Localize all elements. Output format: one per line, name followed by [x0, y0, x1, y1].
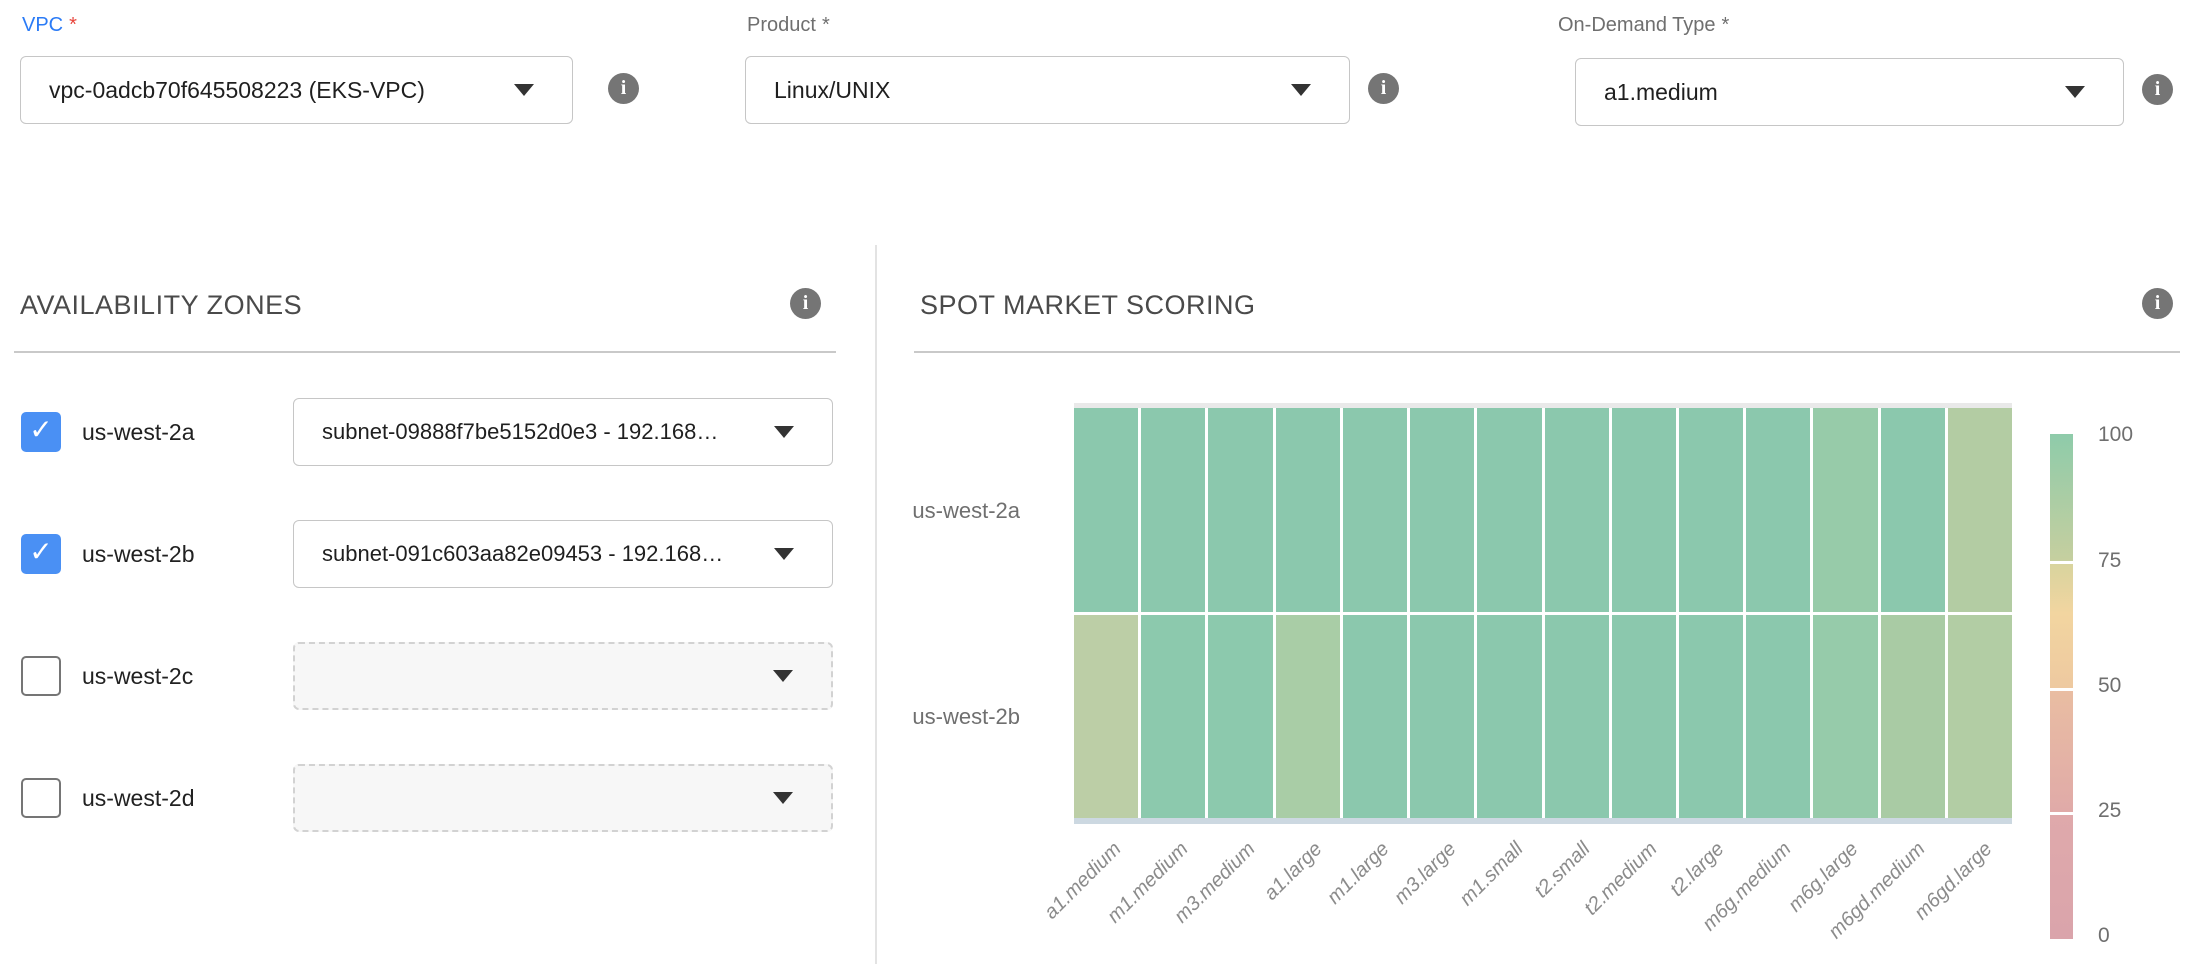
- caret-down-icon: [2065, 86, 2085, 98]
- subnet-select-us-west-2b[interactable]: subnet-091c603aa82e09453 - 192.168…: [293, 520, 833, 588]
- colorbar-segment: [2050, 434, 2073, 561]
- caret-down-icon: [773, 670, 793, 682]
- caret-down-icon: [514, 84, 534, 96]
- heatmap-cell: [1545, 615, 1609, 819]
- checkbox-us-west-2a[interactable]: ✓: [21, 412, 61, 452]
- heatmap-y-axis: us-west-2a us-west-2b: [850, 408, 1020, 818]
- heatmap-cell: [1948, 408, 2012, 612]
- availability-zones-title: AVAILABILITY ZONES: [20, 290, 302, 321]
- caret-down-icon: [774, 548, 794, 560]
- heatmap-cell: [1276, 408, 1340, 612]
- heatmap-cell: [1276, 615, 1340, 819]
- on-demand-type-select-value: a1.medium: [1576, 79, 2065, 106]
- heatmap-cell: [1612, 408, 1676, 612]
- colorbar-segment: [2050, 564, 2073, 688]
- heatmap-cell: [1343, 408, 1407, 612]
- zone-label: us-west-2b: [82, 541, 194, 568]
- heatmap-x-axis: a1.mediumm1.mediumm3.mediuma1.largem1.la…: [1074, 838, 2012, 964]
- zone-label: us-west-2c: [82, 663, 193, 690]
- heatmap-y-label: us-west-2b: [912, 704, 1020, 730]
- heatmap-cell: [1881, 408, 1945, 612]
- colorbar-tick-label: 25: [2098, 799, 2121, 823]
- heatmap-cell: [1343, 615, 1407, 819]
- colorbar-tick-label: 75: [2098, 549, 2121, 573]
- checkbox-us-west-2b[interactable]: ✓: [21, 534, 61, 574]
- check-icon: ✓: [29, 538, 52, 566]
- required-marker: *: [1722, 14, 1730, 36]
- subnet-select-value: subnet-091c603aa82e09453 - 192.168…: [294, 541, 774, 567]
- subnet-select-value: subnet-09888f7be5152d0e3 - 192.168…: [294, 419, 774, 445]
- required-marker: *: [69, 14, 77, 36]
- vpc-select-value: vpc-0adcb70f645508223 (EKS-VPC): [21, 77, 514, 104]
- section-underline: [914, 351, 2180, 353]
- heatmap-cell: [1141, 408, 1205, 612]
- heatmap-cell: [1208, 615, 1272, 819]
- checkbox-us-west-2d[interactable]: ✓: [21, 778, 61, 818]
- heatmap-cell: [1410, 408, 1474, 612]
- heatmap-cell: [1746, 408, 1810, 612]
- info-icon[interactable]: i: [1368, 73, 1399, 104]
- heatmap-x-label: a1.medium: [971, 838, 1126, 964]
- colorbar-tick-label: 50: [2098, 674, 2121, 698]
- spot-market-scoring-title: SPOT MARKET SCORING: [920, 290, 1256, 321]
- heatmap-cell: [1612, 615, 1676, 819]
- heatmap-cell: [1881, 615, 1945, 819]
- zone-label: us-west-2d: [82, 785, 194, 812]
- heatmap-cell: [1679, 615, 1743, 819]
- caret-down-icon: [1291, 84, 1311, 96]
- heatmap-cell: [1813, 615, 1877, 819]
- zone-label: us-west-2a: [82, 419, 194, 446]
- heatmap-cell: [1545, 408, 1609, 612]
- colorbar-segment: [2050, 815, 2073, 939]
- check-icon: ✓: [29, 416, 52, 444]
- subnet-select-us-west-2c[interactable]: [293, 642, 833, 710]
- product-select-value: Linux/UNIX: [746, 77, 1291, 104]
- info-icon[interactable]: i: [790, 288, 821, 319]
- on-demand-type-select[interactable]: a1.medium: [1575, 58, 2124, 126]
- heatmap-cell: [1074, 615, 1138, 819]
- vpc-label: VPC*: [22, 14, 77, 37]
- info-icon[interactable]: i: [2142, 74, 2173, 105]
- subnet-select-us-west-2d[interactable]: [293, 764, 833, 832]
- product-select[interactable]: Linux/UNIX: [745, 56, 1350, 124]
- heatmap-cell: [1477, 408, 1541, 612]
- caret-down-icon: [773, 792, 793, 804]
- heatmap-cell: [1948, 615, 2012, 819]
- heatmap-grid: [1074, 408, 2012, 818]
- heatmap-cell: [1208, 408, 1272, 612]
- caret-down-icon: [774, 426, 794, 438]
- heatmap-cell: [1410, 615, 1474, 819]
- on-demand-type-label: On-Demand Type*: [1558, 14, 1729, 37]
- vpc-select[interactable]: vpc-0adcb70f645508223 (EKS-VPC): [20, 56, 573, 124]
- colorbar-segment: [2050, 691, 2073, 812]
- heatmap-axis-baseline: [1074, 818, 2012, 824]
- required-marker: *: [822, 14, 830, 36]
- colorbar-tick-label: 0: [2098, 924, 2110, 948]
- heatmap-cell: [1679, 408, 1743, 612]
- info-icon[interactable]: i: [2142, 288, 2173, 319]
- spot-configuration-page: VPC* vpc-0adcb70f645508223 (EKS-VPC) i P…: [0, 0, 2196, 964]
- section-underline: [14, 351, 836, 353]
- checkbox-us-west-2c[interactable]: ✓: [21, 656, 61, 696]
- heatmap-cell: [1813, 408, 1877, 612]
- heatmap-cell: [1074, 408, 1138, 612]
- heatmap-cell: [1477, 615, 1541, 819]
- heatmap-y-label: us-west-2a: [912, 498, 1020, 524]
- heatmap-cell: [1141, 615, 1205, 819]
- product-label: Product*: [747, 14, 830, 37]
- colorbar-tick-label: 100: [2098, 423, 2133, 447]
- heatmap-cell: [1746, 615, 1810, 819]
- info-icon[interactable]: i: [608, 73, 639, 104]
- subnet-select-us-west-2a[interactable]: subnet-09888f7be5152d0e3 - 192.168…: [293, 398, 833, 466]
